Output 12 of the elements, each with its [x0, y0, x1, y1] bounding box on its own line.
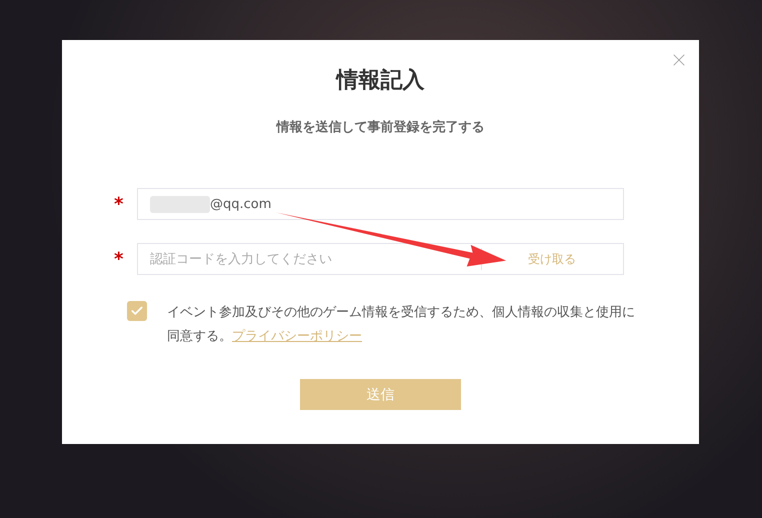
email-field[interactable]: @qq.com [137, 188, 624, 220]
required-mark: * [114, 194, 124, 214]
consent-text: イベント参加及びその他のゲーム情報を受信するため、個人情報の収集と使用に同意する。プライバシーポリシー [167, 304, 636, 346]
dialog-subtitle: 情報を送信して事前登録を完了する [276, 118, 484, 136]
required-mark: * [114, 248, 124, 270]
submit-button[interactable]: 送信 [300, 379, 461, 410]
code-field[interactable]: 認証コードを入力してください 受け取る [137, 243, 624, 275]
dialog-title: 情報記入 [336, 67, 424, 95]
privacy-policy-link[interactable]: プライバシーポリシー [232, 329, 362, 344]
get-code-button[interactable]: 受け取る [526, 249, 578, 269]
check-icon [130, 304, 144, 318]
consent-checkbox[interactable] [127, 301, 147, 321]
